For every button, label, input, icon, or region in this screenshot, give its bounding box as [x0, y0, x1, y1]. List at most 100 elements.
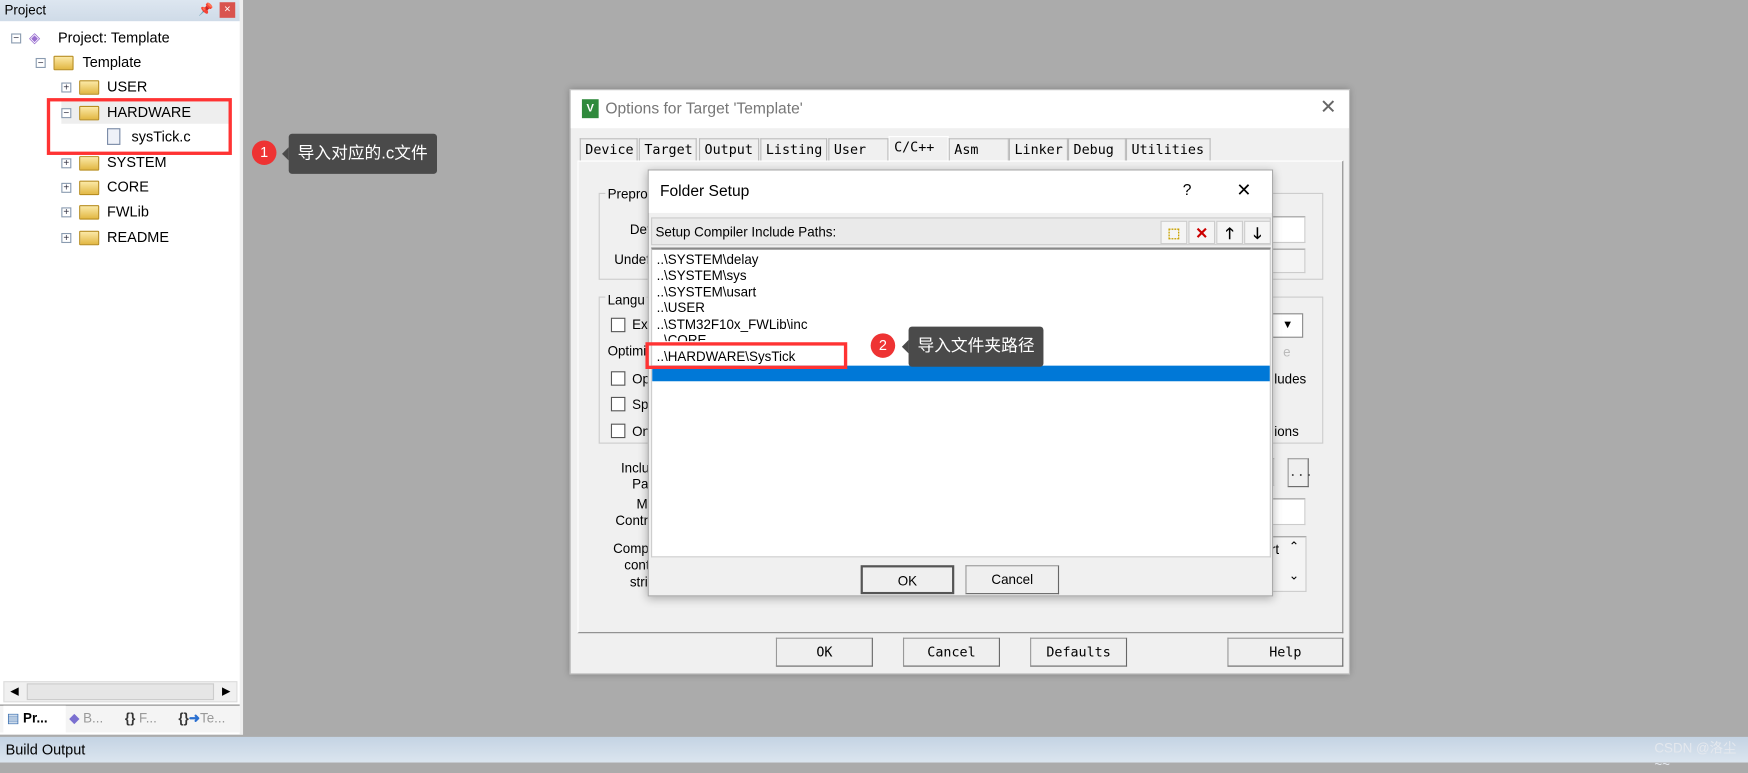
collapse-icon[interactable]: −: [35, 57, 46, 69]
path-item[interactable]: ..\SYSTEM\sys: [657, 268, 747, 284]
include-paths-list[interactable]: ..\SYSTEM\delay ..\SYSTEM\sys ..\SYSTEM\…: [651, 247, 1271, 558]
scroll-left-icon[interactable]: ◀: [4, 682, 24, 701]
step-badge-2: 2: [870, 333, 896, 358]
open-folder-icon: [53, 55, 74, 71]
tab-label: Te...: [200, 710, 226, 726]
folder-cancel-button[interactable]: Cancel: [965, 565, 1060, 595]
tab-listing[interactable]: Listing: [760, 138, 828, 161]
checkbox-ex[interactable]: [610, 317, 626, 333]
scrollbar-thumb[interactable]: [26, 683, 215, 701]
path-item[interactable]: ..\STM32F10x_FWLib\inc: [657, 317, 808, 333]
books-icon: ◆: [69, 710, 80, 726]
checkbox-on[interactable]: [610, 423, 626, 439]
project-panel-title: Project: [4, 2, 47, 18]
watermark: CSDN @洛尘~~: [1654, 740, 1737, 773]
path-item[interactable]: ..\CORE: [657, 332, 707, 341]
toolbar-label: Setup Compiler Include Paths:: [655, 224, 837, 240]
tab-label: B...: [83, 710, 104, 726]
help-icon[interactable]: ?: [1183, 181, 1192, 199]
tree-item-core[interactable]: + CORE: [61, 176, 228, 198]
expand-icon[interactable]: +: [61, 207, 72, 218]
defaults-button[interactable]: Defaults: [1030, 637, 1128, 667]
checkbox-op[interactable]: [610, 371, 626, 386]
string-label: stri: [629, 574, 648, 590]
checkbox-sp[interactable]: [610, 396, 626, 412]
horizontal-scrollbar[interactable]: ◀ ▶: [3, 681, 238, 703]
expand-icon[interactable]: +: [61, 82, 72, 93]
tab-user[interactable]: User: [828, 138, 889, 161]
options-title-bar: V Options for Target 'Template' ✕: [570, 90, 1349, 129]
project-panel: Project 📌 × − ◈ Project: Template − Temp…: [0, 0, 244, 735]
tree-label: FWLib: [107, 202, 149, 220]
cancel-button[interactable]: Cancel: [902, 637, 1000, 667]
tab-books[interactable]: ◆ B...: [69, 710, 103, 726]
new-folder-icon[interactable]: ⬚: [1160, 220, 1188, 245]
path-item[interactable]: ..\USER: [657, 300, 705, 316]
checkbox-label: Sp: [632, 396, 649, 413]
checkbox-label: Ex: [632, 316, 648, 333]
tree-label: Project: Template: [57, 28, 170, 46]
tree-label: README: [107, 228, 170, 246]
tree-item-template[interactable]: − Template: [35, 51, 237, 73]
tab-asm[interactable]: Asm: [948, 138, 1009, 161]
tab-output[interactable]: Output: [698, 138, 760, 161]
project-tab-icon: ▤: [6, 710, 20, 726]
project-panel-header: Project 📌 ×: [0, 0, 240, 22]
tab-device[interactable]: Device: [579, 138, 638, 161]
folder-setup-title: Folder Setup: [659, 181, 750, 200]
pin-icon[interactable]: 📌: [198, 2, 213, 16]
delete-icon[interactable]: ✕: [1188, 220, 1216, 245]
tab-target[interactable]: Target: [638, 138, 697, 161]
compiler-control-string[interactable]: rt ⌃ ⌄: [1267, 536, 1307, 592]
close-icon[interactable]: ✕: [1236, 179, 1251, 201]
tab-templates[interactable]: {}➜Te...: [178, 710, 225, 726]
include-label: Inclu: [620, 460, 650, 477]
panel-tabs: ▤ Pr... ◆ B... {} F... {}➜Te...: [0, 704, 240, 734]
tree-label: Template: [82, 53, 142, 71]
misc-label: M: [636, 496, 648, 512]
dropdown-arrow-icon[interactable]: ▼: [1271, 313, 1304, 338]
build-output-bar[interactable]: Build Output: [0, 736, 1748, 763]
scroll-up-icon[interactable]: ⌃: [1289, 540, 1299, 554]
tab-debug[interactable]: Debug: [1067, 138, 1126, 161]
help-button[interactable]: Help: [1227, 637, 1344, 667]
tab-c-cpp[interactable]: C/C++: [888, 136, 949, 162]
folder-setup-title-bar: Folder Setup ? ✕: [648, 170, 1272, 213]
folder-icon: [79, 230, 100, 246]
scroll-right-icon[interactable]: ▶: [216, 682, 236, 701]
undefine-label: Undef: [614, 251, 650, 268]
expand-icon[interactable]: +: [61, 232, 72, 244]
build-output-title: Build Output: [5, 741, 86, 759]
misc-controls-input[interactable]: [1267, 498, 1306, 526]
path-item[interactable]: ..\SYSTEM\delay: [657, 252, 759, 268]
tree-item-user[interactable]: + USER: [61, 76, 228, 98]
tree-item-project[interactable]: − ◈ Project: Template: [11, 27, 234, 49]
braces-icon: {}: [124, 710, 136, 726]
partial-label: ludes: [1274, 371, 1307, 387]
move-down-icon[interactable]: 🡓: [1244, 220, 1271, 245]
options-title: Options for Target 'Template': [605, 99, 803, 118]
collapse-icon[interactable]: −: [11, 33, 22, 44]
close-icon[interactable]: ✕: [1320, 96, 1337, 119]
expand-icon[interactable]: +: [61, 158, 72, 169]
browse-include-button[interactable]: ...: [1287, 458, 1313, 488]
project-icon: ◈: [28, 28, 41, 46]
scroll-down-icon[interactable]: ⌄: [1289, 569, 1299, 583]
tab-project[interactable]: ▤ Pr...: [3, 705, 66, 734]
tab-label: Pr...: [23, 710, 48, 726]
folder-ok-button[interactable]: OK: [860, 565, 955, 595]
tab-utilities[interactable]: Utilities: [1125, 138, 1211, 161]
expand-icon[interactable]: +: [61, 182, 72, 193]
step-badge-1: 1: [251, 140, 277, 165]
path-item[interactable]: ..\SYSTEM\usart: [657, 284, 757, 300]
move-up-icon[interactable]: 🡑: [1216, 220, 1244, 245]
compiler-label: Comp: [613, 540, 649, 557]
tree-item-fwlib[interactable]: + FWLib: [61, 201, 228, 223]
partial-label: e: [1283, 344, 1291, 361]
tab-functions[interactable]: {} F...: [125, 710, 157, 726]
tree-item-readme[interactable]: + README: [61, 226, 228, 248]
tab-linker[interactable]: Linker: [1008, 138, 1068, 161]
close-icon[interactable]: ×: [219, 2, 236, 18]
keil-logo-icon: V: [581, 99, 599, 119]
ok-button[interactable]: OK: [775, 637, 873, 667]
